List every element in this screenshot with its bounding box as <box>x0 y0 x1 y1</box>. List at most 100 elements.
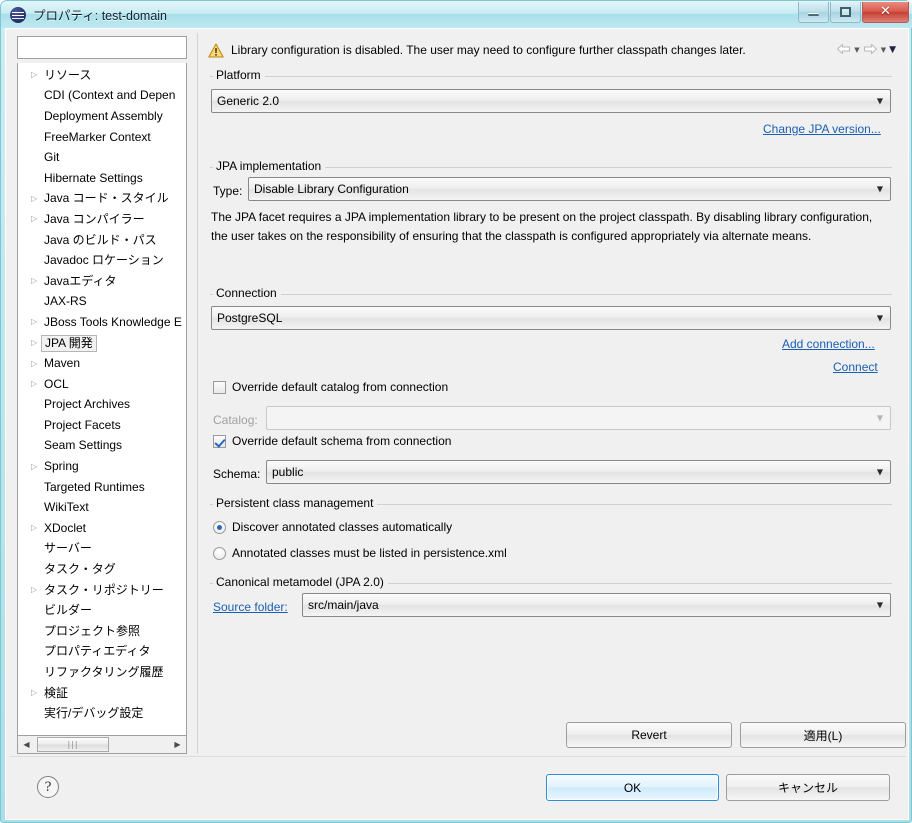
override-catalog-checkbox-row[interactable]: Override default catalog from connection <box>213 380 448 394</box>
scroll-left-icon[interactable]: ◀ <box>18 736 35 753</box>
sidebar-item[interactable]: ▷Project Archives <box>18 395 186 416</box>
source-folder-combo[interactable]: src/main/java ▼ <box>302 593 891 617</box>
sidebar-item[interactable]: ▷ Java コード・スタイル <box>18 189 186 210</box>
platform-combo[interactable]: Generic 2.0 ▼ <box>211 89 891 113</box>
sidebar-item[interactable]: ▷ リソース <box>18 65 186 86</box>
jpa-impl-group-label: JPA implementation <box>213 159 326 173</box>
expand-arrow-icon[interactable]: ▷ <box>31 71 42 79</box>
expand-arrow-icon[interactable]: ▷ <box>31 194 42 203</box>
schema-combo[interactable]: public ▼ <box>266 460 891 484</box>
jpa-impl-type-value: Disable Library Configuration <box>254 182 409 196</box>
sidebar-item[interactable]: ▷ビルダー <box>18 600 186 621</box>
sidebar-item[interactable]: ▷プロジェクト参照 <box>18 621 186 642</box>
sidebar-item[interactable]: ▷Javadoc ロケーション <box>18 250 186 271</box>
sidebar-item[interactable]: ▷Project Facets <box>18 415 186 436</box>
radio-listed-in-persistence-label: Annotated classes must be listed in pers… <box>232 546 507 560</box>
sidebar-item-label: Hibernate Settings <box>44 170 143 185</box>
override-schema-checkbox[interactable] <box>213 434 226 448</box>
schema-label: Schema: <box>213 467 261 481</box>
minimize-button[interactable] <box>798 1 829 23</box>
sidebar-item[interactable]: ▷プロパティエディタ <box>18 642 186 663</box>
preference-tree[interactable]: ▷リソース▷CDI (Context and Depen▷Deployment … <box>17 63 187 735</box>
expand-arrow-icon[interactable]: ▷ <box>31 215 42 223</box>
source-folder-value: src/main/java <box>308 598 379 612</box>
expand-arrow-icon[interactable]: ▷ <box>31 586 42 594</box>
properties-dialog-window: プロパティ: test-domain ✕ ▷リソース▷CDI (Context … <box>0 0 912 823</box>
sidebar-item[interactable]: ▷ JBoss Tools Knowledge E <box>18 312 186 333</box>
filter-input[interactable] <box>17 36 187 59</box>
sidebar-item-label: JAX-RS <box>44 294 87 309</box>
window-controls: ✕ <box>797 1 909 23</box>
add-connection-link[interactable]: Add connection... <box>782 337 875 351</box>
sidebar-item[interactable]: ▷ XDoclet <box>18 518 186 539</box>
sidebar-item[interactable]: ▷FreeMarker Context <box>18 127 186 148</box>
radio-discover-annotated-row[interactable]: Discover annotated classes automatically <box>213 520 452 534</box>
sidebar-item[interactable]: ▷ Javaエディタ <box>18 271 186 292</box>
expand-arrow-icon[interactable]: ▷ <box>31 689 42 697</box>
sidebar-item[interactable]: ▷Targeted Runtimes <box>18 477 186 498</box>
forward-dropdown-icon[interactable]: ▼ <box>881 46 886 54</box>
apply-button[interactable]: 適用(L) <box>740 722 906 748</box>
radio-listed-in-persistence-row[interactable]: Annotated classes must be listed in pers… <box>213 546 507 560</box>
close-icon: ✕ <box>880 4 891 19</box>
forward-arrow-icon[interactable] <box>863 43 878 58</box>
sidebar-item[interactable]: ▷実行/デバッグ設定 <box>18 703 186 724</box>
jpa-impl-type-combo[interactable]: Disable Library Configuration ▼ <box>248 177 891 201</box>
sidebar-item[interactable]: ▷タスク・タグ <box>18 559 186 580</box>
chevron-down-icon: ▼ <box>876 184 883 194</box>
platform-combo-value: Generic 2.0 <box>217 94 280 108</box>
sidebar-item[interactable]: ▷ JPA 開発 <box>18 333 186 354</box>
connection-combo-value: PostgreSQL <box>217 311 283 325</box>
sidebar-item[interactable]: ▷JAX-RS <box>18 292 186 313</box>
scroll-track[interactable]: ||| <box>35 736 169 753</box>
sidebar-item[interactable]: ▷ 検証 <box>18 683 186 704</box>
chevron-down-icon: ▼ <box>876 467 883 477</box>
connection-combo[interactable]: PostgreSQL ▼ <box>211 306 891 330</box>
sidebar-item[interactable]: ▷ OCL <box>18 374 186 395</box>
change-jpa-version-link[interactable]: Change JPA version... <box>763 122 881 136</box>
chevron-down-icon: ▼ <box>876 96 883 106</box>
sidebar-item[interactable]: ▷Java のビルド・パス <box>18 230 186 251</box>
sidebar-item[interactable]: ▷Deployment Assembly <box>18 106 186 127</box>
radio-discover-annotated[interactable] <box>213 520 226 534</box>
back-dropdown-icon[interactable]: ▼ <box>854 46 859 54</box>
override-schema-checkbox-row[interactable]: Override default schema from connection <box>213 434 451 448</box>
back-arrow-icon[interactable] <box>836 43 851 58</box>
expand-arrow-icon[interactable]: ▷ <box>31 380 42 388</box>
sidebar-item[interactable]: ▷CDI (Context and Depen <box>18 86 186 107</box>
sidebar-item[interactable]: ▷Seam Settings <box>18 436 186 457</box>
sidebar-item-label: リソース <box>44 67 92 82</box>
scroll-right-icon[interactable]: ▶ <box>169 736 186 753</box>
sidebar-item[interactable]: ▷Git <box>18 147 186 168</box>
sidebar-item-label: Seam Settings <box>44 438 123 453</box>
close-button[interactable]: ✕ <box>862 1 909 23</box>
expand-arrow-icon[interactable]: ▷ <box>31 277 42 285</box>
sidebar-item[interactable]: ▷ Maven <box>18 353 186 374</box>
sidebar-item-label: プロジェクト参照 <box>44 623 141 638</box>
sidebar-item[interactable]: ▷ Java コンパイラー <box>18 209 186 230</box>
source-folder-link[interactable]: Source folder: <box>213 600 288 614</box>
cancel-button[interactable]: キャンセル <box>726 774 890 801</box>
sidebar-item[interactable]: ▷Hibernate Settings <box>18 168 186 189</box>
override-catalog-checkbox[interactable] <box>213 380 226 394</box>
expand-arrow-icon[interactable]: ▷ <box>31 524 42 532</box>
sidebar-item-label: WikiText <box>44 500 89 515</box>
sidebar-item-label: リファクタリング履歴 <box>44 665 164 680</box>
sidebar-item[interactable]: ▷リファクタリング履歴 <box>18 662 186 683</box>
tree-horizontal-scrollbar[interactable]: ◀ ||| ▶ <box>17 735 187 754</box>
help-button[interactable]: ? <box>37 776 59 798</box>
expand-arrow-icon[interactable]: ▷ <box>31 359 42 368</box>
view-menu-icon[interactable]: ▼ <box>889 45 896 55</box>
sidebar-item[interactable]: ▷ Spring <box>18 456 186 477</box>
sidebar-item[interactable]: ▷WikiText <box>18 497 186 518</box>
ok-button[interactable]: OK <box>546 774 719 801</box>
revert-button[interactable]: Revert <box>566 722 732 748</box>
sidebar-item[interactable]: ▷サーバー <box>18 539 186 560</box>
maximize-button[interactable] <box>830 1 861 23</box>
connect-link[interactable]: Connect <box>833 360 878 374</box>
scroll-thumb[interactable]: ||| <box>37 737 109 752</box>
radio-listed-in-persistence[interactable] <box>213 546 226 560</box>
expand-arrow-icon[interactable]: ▷ <box>31 462 42 471</box>
expand-arrow-icon[interactable]: ▷ <box>31 318 42 326</box>
sidebar-item[interactable]: ▷ タスク・リポジトリー <box>18 580 186 601</box>
